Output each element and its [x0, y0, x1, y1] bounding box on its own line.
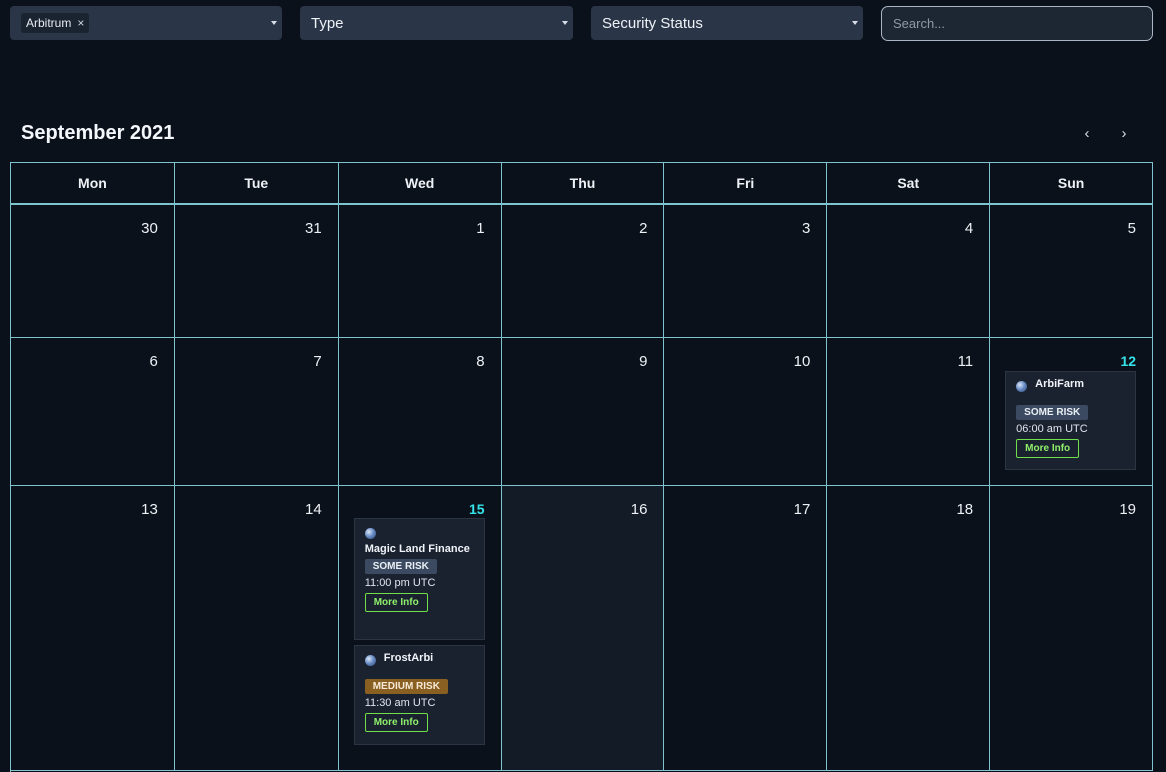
calendar-day[interactable]: 30: [11, 205, 175, 337]
event-card-arbifarm[interactable]: ArbiFarm SOME RISK 06:00 am UTC More Inf…: [1005, 371, 1137, 470]
calendar-day[interactable]: 8: [339, 338, 502, 485]
calendar-day[interactable]: 16: [501, 486, 665, 770]
calendar-day[interactable]: 9: [502, 338, 665, 485]
calendar-day[interactable]: 7: [175, 338, 339, 485]
security-status-select[interactable]: Security Status: [591, 6, 863, 40]
network-select[interactable]: Arbitrum ×: [10, 6, 282, 40]
prev-month-button[interactable]: ‹: [1078, 124, 1096, 142]
calendar-week: 6 7 8 9 10 11 12 ArbiFarm SOME RISK 06:0…: [11, 338, 1154, 486]
event-header: [364, 526, 474, 540]
risk-badge: SOME RISK: [364, 559, 437, 574]
day-number: 3: [801, 220, 811, 237]
day-number: 12: [1120, 353, 1137, 369]
weekday-fri: Fri: [664, 163, 828, 203]
day-number: 14: [305, 501, 322, 518]
event-header: FrostArbi: [364, 652, 474, 667]
event-card-magic-land-finance[interactable]: Magic Land Finance SOME RISK 11:00 pm UT…: [353, 518, 485, 640]
type-select[interactable]: Type: [300, 6, 573, 40]
chevron-down-icon: [271, 21, 277, 25]
calendar-day[interactable]: 2: [502, 205, 665, 337]
risk-badge-wrap: MEDIUM RISK: [364, 673, 474, 694]
day-number: 11: [957, 353, 974, 370]
weekday-tue: Tue: [175, 163, 339, 203]
weekday-thu: Thu: [502, 163, 665, 203]
chevron-down-icon: [562, 21, 568, 25]
next-month-button[interactable]: ›: [1115, 124, 1133, 142]
filter-bar: Arbitrum × Type Security Status: [10, 6, 1153, 41]
more-info-button[interactable]: More Info: [364, 713, 428, 732]
day-number: 15: [469, 501, 485, 517]
day-number: 2: [639, 220, 648, 237]
month-title: September 2021: [21, 122, 175, 144]
weekday-mon: Mon: [11, 163, 175, 203]
day-number: 18: [956, 501, 974, 518]
project-logo-icon: [1016, 381, 1028, 392]
project-logo-icon: [364, 655, 376, 666]
weekday-header: Mon Tue Wed Thu Fri Sat Sun: [11, 163, 1154, 205]
event-name: ArbiFarm: [1035, 378, 1085, 390]
risk-badge: SOME RISK: [1016, 405, 1089, 420]
chip-remove-icon[interactable]: ×: [77, 16, 84, 30]
calendar-day-today[interactable]: 12 ArbiFarm SOME RISK 06:00 am UTC More …: [990, 338, 1154, 485]
risk-badge: MEDIUM RISK: [364, 679, 448, 694]
project-logo-icon: [364, 528, 376, 539]
event-card-frostarbi[interactable]: FrostArbi MEDIUM RISK 11:30 am UTC More …: [353, 645, 485, 745]
day-number: 17: [793, 501, 811, 518]
calendar-day[interactable]: 31: [175, 205, 339, 337]
calendar-day[interactable]: 6: [11, 338, 175, 485]
day-number: 13: [141, 501, 158, 518]
day-number: 8: [476, 353, 485, 370]
event-time: 11:00 pm UTC: [364, 577, 436, 589]
calendar-day-today[interactable]: 15 Magic Land Finance SOME RISK 11:00 pm…: [339, 486, 502, 770]
more-info-button[interactable]: More Info: [364, 593, 428, 612]
more-info-button[interactable]: More Info: [1016, 439, 1080, 458]
weekday-wed: Wed: [339, 163, 502, 203]
calendar-day[interactable]: 19: [990, 486, 1154, 770]
event-header: ArbiFarm: [1016, 379, 1125, 393]
calendar-day[interactable]: 11: [827, 338, 991, 485]
network-chip: Arbitrum ×: [21, 13, 90, 33]
event-time: 06:00 am UTC: [1016, 423, 1088, 435]
calendar-week: 30 31 1 2 3 4 5: [11, 205, 1154, 338]
security-status-label: Security Status: [602, 14, 703, 32]
day-number: 10: [793, 353, 811, 370]
day-number: 9: [639, 353, 648, 370]
day-number: 31: [305, 220, 322, 237]
chevron-down-icon: [852, 21, 858, 25]
calendar-day[interactable]: 1: [339, 205, 502, 337]
event-time: 11:30 am UTC: [364, 697, 436, 709]
event-name: FrostArbi: [383, 652, 434, 664]
weekday-sat: Sat: [827, 163, 991, 203]
weekday-sun: Sun: [990, 163, 1154, 203]
calendar-day[interactable]: 17: [664, 486, 828, 770]
day-number: 4: [964, 220, 974, 237]
calendar-day[interactable]: 14: [175, 486, 339, 770]
risk-badge-wrap: SOME RISK: [364, 553, 474, 574]
calendar-day[interactable]: 10: [664, 338, 828, 485]
day-number: 1: [476, 220, 485, 237]
risk-badge-wrap: SOME RISK: [1016, 399, 1125, 420]
calendar-grid: Mon Tue Wed Thu Fri Sat Sun 30 31 1 2 3 …: [10, 162, 1154, 772]
day-number: 19: [1119, 501, 1137, 518]
type-select-label: Type: [311, 14, 344, 32]
calendar-day[interactable]: 18: [827, 486, 991, 770]
network-chip-label: Arbitrum: [26, 16, 72, 30]
day-number: 5: [1127, 220, 1137, 237]
calendar-day[interactable]: 5: [990, 205, 1154, 337]
day-number: 7: [313, 353, 322, 370]
day-number: 6: [149, 353, 158, 370]
day-number: 30: [141, 220, 158, 237]
search-input[interactable]: [881, 6, 1153, 41]
calendar-day[interactable]: 3: [664, 205, 828, 337]
calendar-week: 13 14 15 Magic Land Finance SOME RISK 11…: [11, 486, 1154, 771]
calendar-day[interactable]: 4: [827, 205, 991, 337]
day-number: 16: [630, 501, 648, 518]
calendar-day[interactable]: 13: [11, 486, 175, 770]
